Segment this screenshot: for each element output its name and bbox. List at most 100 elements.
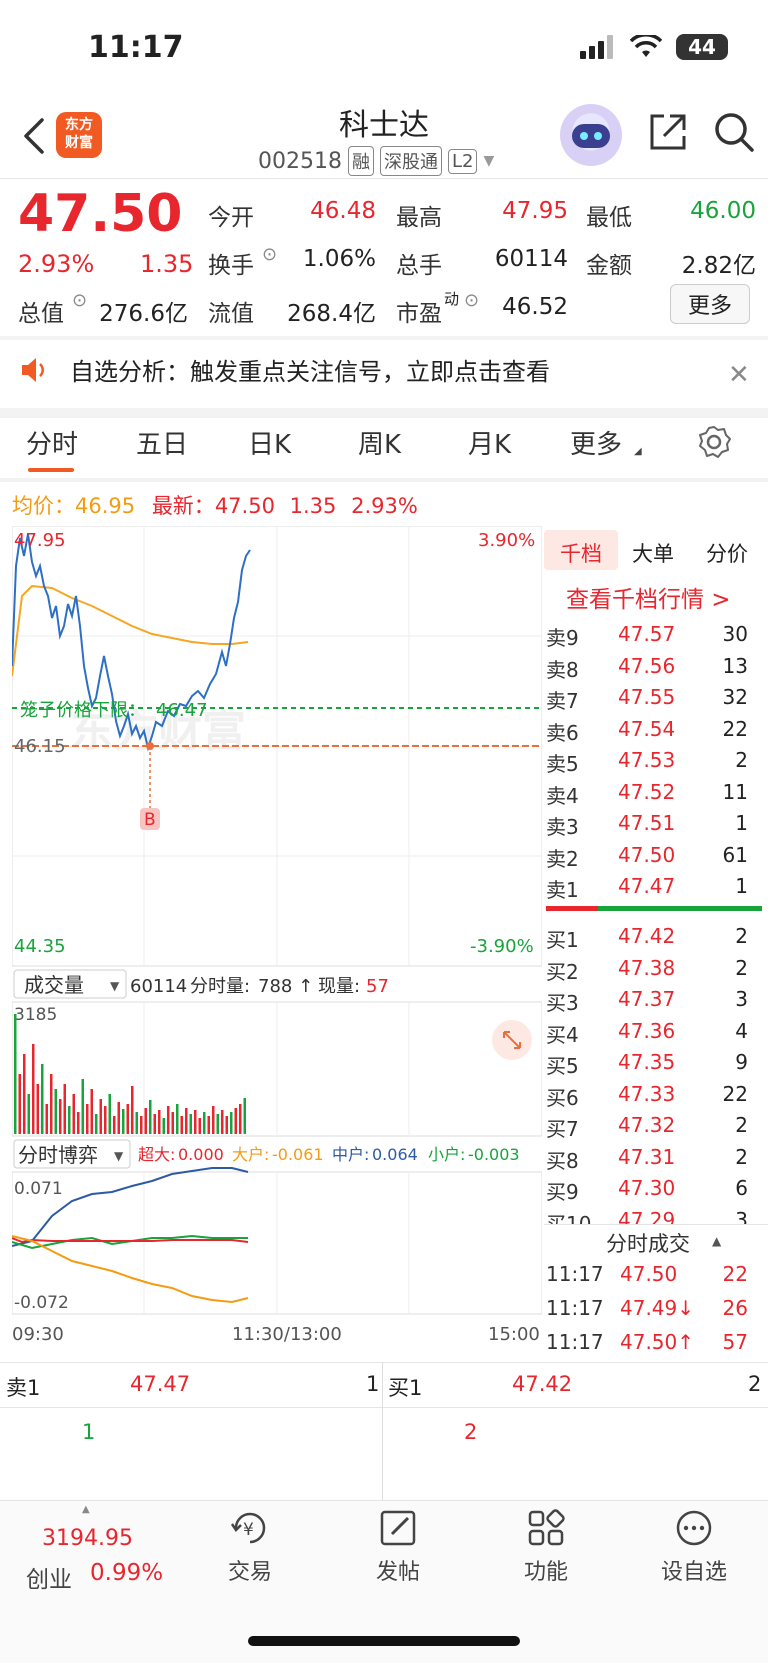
nav-add-watchlist[interactable]: 设自选 — [634, 1508, 754, 1586]
chevron-down-icon: ▼ — [114, 1149, 124, 1163]
volume-bar — [180, 1116, 183, 1134]
ask-row[interactable]: 卖7 47.55 32 — [546, 685, 768, 716]
b-marker-label: B — [144, 810, 156, 830]
ask-row[interactable]: 卖9 47.57 30 — [546, 622, 768, 653]
low-value: 46.00 — [690, 198, 756, 224]
mid-label: 中户: — [332, 1145, 369, 1164]
small-value: -0.003 — [468, 1145, 520, 1164]
tab-daily-k[interactable]: 日K — [248, 424, 291, 461]
volume-bar — [27, 1094, 30, 1134]
high-value: 47.95 — [502, 198, 568, 224]
mktcap-label: 总值 — [18, 301, 64, 327]
bid-row[interactable]: 买5 47.35 9 — [546, 1050, 768, 1081]
info-icon[interactable]: ⊙ — [262, 244, 277, 265]
tick-price: 47.50↑ — [620, 1330, 695, 1354]
speaker-icon — [22, 358, 44, 382]
bid-label: 买3 — [546, 991, 579, 1015]
tab-level-book[interactable]: 千档 — [560, 538, 602, 568]
view-depth-link[interactable]: 查看千档行情 > — [566, 580, 731, 614]
tab-monthly-k[interactable]: 月K — [468, 424, 511, 461]
latest-change: 1.35 — [289, 494, 337, 518]
close-icon[interactable]: ✕ — [728, 360, 750, 390]
ask-label: 卖2 — [546, 846, 579, 871]
info-icon[interactable]: ⊙ — [464, 290, 479, 311]
bid-row[interactable]: 买9 47.30 6 — [546, 1176, 768, 1207]
bottom-ask-price: 47.47 — [130, 1372, 191, 1396]
index-pct[interactable]: 0.99% — [90, 1560, 163, 1586]
ask-row[interactable]: 卖2 47.50 61 — [546, 843, 768, 874]
tab-intraday[interactable]: 分时 — [26, 424, 78, 461]
ask-row[interactable]: 卖3 47.51 1 — [546, 811, 768, 842]
settings-icon[interactable] — [696, 424, 732, 460]
index-name[interactable]: 创业 — [26, 1560, 72, 1594]
volume-grid — [143, 1002, 410, 1136]
tab-active-indicator — [28, 468, 74, 472]
more-button[interactable]: 更多 — [670, 284, 750, 324]
index-value[interactable]: 3194.95 — [42, 1526, 133, 1551]
share-icon[interactable] — [646, 110, 690, 154]
ask-label: 卖4 — [546, 783, 579, 808]
amount-label: 金额 — [586, 253, 632, 279]
volume-bar — [32, 1044, 35, 1134]
small-label: 小户: — [428, 1145, 465, 1164]
ask-row[interactable]: 卖4 47.52 11 — [546, 780, 768, 811]
tab-weekly-k[interactable]: 周K — [358, 424, 401, 461]
bid-row[interactable]: 买3 47.37 3 — [546, 987, 768, 1018]
ai-assistant-avatar[interactable] — [560, 104, 622, 166]
low-label: 最低 — [586, 205, 632, 231]
ticks-title[interactable]: 分时成交 — [606, 1228, 690, 1258]
info-icon[interactable]: ⊙ — [72, 290, 87, 311]
bid-row[interactable]: 买7 47.32 2 — [546, 1113, 768, 1144]
tab-big-orders[interactable]: 大单 — [632, 538, 674, 568]
volume-bar — [162, 1118, 165, 1134]
bid-row[interactable]: 买2 47.38 2 — [546, 956, 768, 987]
bid-row[interactable]: 买4 47.36 4 — [546, 1019, 768, 1050]
pe-value: 46.52 — [502, 294, 568, 320]
nav-trade-label: 交易 — [227, 1560, 272, 1585]
ask-vol: 32 — [722, 685, 748, 709]
volume-bar — [221, 1110, 224, 1134]
chevron-down-icon[interactable]: ▼ — [483, 153, 494, 169]
grid-icon — [528, 1509, 565, 1546]
avg-label: 均价： — [12, 494, 75, 518]
tick-time: 11:17 — [546, 1262, 604, 1286]
bid-row[interactable]: 买1 47.42 2 — [546, 924, 768, 955]
volume-bar — [212, 1106, 215, 1134]
nav-post[interactable]: 发帖 — [338, 1508, 458, 1586]
intraday-chart[interactable]: 东方财富 B 47.95 3.90% 44.35 -3.90% 笼子价格下限： … — [12, 526, 542, 1362]
search-icon[interactable] — [712, 110, 756, 154]
ask-row[interactable]: 卖8 47.56 13 — [546, 654, 768, 685]
nav-functions[interactable]: 功能 — [486, 1508, 606, 1586]
ask-row[interactable]: 卖1 47.47 1 — [546, 874, 768, 905]
volume-bar — [216, 1114, 219, 1134]
volume-bar — [113, 1116, 116, 1134]
latest-pct: 2.93% — [351, 494, 418, 518]
more-dots-icon — [676, 1510, 712, 1546]
tab-price-dist[interactable]: 分价 — [706, 538, 748, 568]
volume-bar — [50, 1074, 53, 1134]
status-icons: 44 — [580, 34, 728, 60]
tick-time: 11:17 — [546, 1296, 604, 1320]
tab-five-day[interactable]: 五日 — [136, 424, 188, 461]
ask-vol: 11 — [722, 779, 748, 804]
ask-row[interactable]: 卖6 47.54 22 — [546, 717, 768, 748]
yen-icon: ¥ — [230, 1512, 266, 1544]
bid-label: 买2 — [546, 959, 579, 984]
banner-text[interactable]: 自选分析：触发重点关注信号，立即点击查看 — [70, 352, 550, 387]
y-top-label: 47.95 — [14, 530, 66, 551]
volume-bar — [36, 1084, 39, 1134]
volume-tick-value: 788 ↑ — [258, 976, 313, 997]
bid-row[interactable]: 买6 47.33 22 — [546, 1082, 768, 1113]
nav-trade[interactable]: ¥ 交易 — [190, 1508, 310, 1586]
status-time: 11:17 — [88, 30, 184, 65]
tab-more[interactable]: 更多 — [570, 424, 622, 461]
volume-bar — [68, 1106, 71, 1134]
volume-bar — [54, 1089, 57, 1134]
ask-row[interactable]: 卖5 47.53 2 — [546, 748, 768, 779]
stock-meta: 002518 融 深股通 L2 ▼ — [258, 146, 494, 176]
bid-row[interactable]: 买8 47.31 2 — [546, 1145, 768, 1176]
mid-value: 0.064 — [372, 1145, 418, 1164]
bottom-book-divider — [382, 1362, 383, 1502]
y-bottom-label: 44.35 — [14, 936, 66, 957]
volume-value: 60114 — [494, 246, 568, 272]
